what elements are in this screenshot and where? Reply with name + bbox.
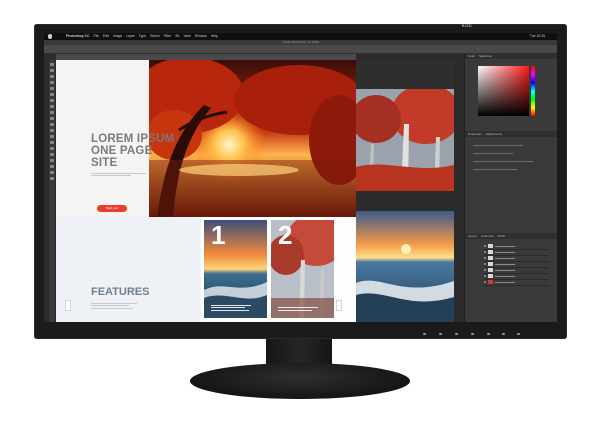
menu-file[interactable]: File [94, 33, 99, 40]
tab-properties[interactable]: Properties [468, 132, 482, 136]
card-number: 2 [278, 220, 293, 250]
menu-window[interactable]: Window [195, 33, 207, 40]
menu-clock: Tue 16:25 [529, 34, 545, 38]
carousel-prev-button[interactable] [65, 300, 71, 311]
beach-sunset-photo [356, 211, 454, 322]
menu-help[interactable]: Help [211, 33, 218, 40]
pen-tool-icon[interactable] [50, 147, 54, 150]
hue-slider[interactable] [531, 66, 535, 116]
gradient-tool-icon[interactable] [50, 129, 54, 132]
image-window-forest[interactable] [356, 89, 454, 191]
image-window-header [356, 60, 454, 89]
eye-icon[interactable] [484, 251, 486, 253]
monitor-button[interactable] [423, 333, 426, 335]
document-canvas[interactable]: LOREM IPSUM ONE PAGE SITE Start now FEAT… [56, 60, 356, 322]
eyedropper-tool-icon[interactable] [50, 93, 54, 96]
eye-icon[interactable] [484, 257, 486, 259]
hand-tool-icon[interactable] [50, 171, 54, 174]
menu-3d[interactable]: 3D [175, 33, 179, 40]
power-button[interactable] [517, 333, 520, 335]
menu-select[interactable]: Select [150, 33, 159, 40]
card-number: 1 [211, 220, 226, 250]
brush-tool-icon[interactable] [50, 105, 54, 108]
tools-panel [49, 60, 55, 322]
crop-tool-icon[interactable] [50, 87, 54, 90]
eye-icon[interactable] [484, 263, 486, 265]
image-window-beach[interactable] [356, 211, 454, 322]
properties-row [473, 169, 517, 170]
menu-edit[interactable]: Edit [103, 33, 109, 40]
menu-view[interactable]: View [183, 33, 190, 40]
type-tool-icon[interactable] [50, 153, 54, 156]
blur-tool-icon[interactable] [50, 135, 54, 138]
monitor-button[interactable] [471, 333, 474, 335]
monitor-button[interactable] [455, 333, 458, 335]
apple-icon[interactable] [48, 34, 52, 39]
start-button[interactable]: Start now [97, 205, 127, 212]
monitor-button[interactable] [502, 333, 505, 335]
eraser-tool-icon[interactable] [50, 123, 54, 126]
path-select-tool-icon[interactable] [50, 159, 54, 162]
healing-tool-icon[interactable] [50, 99, 54, 102]
properties-panel-tabs: Properties Adjustments [465, 131, 557, 137]
properties-row [473, 161, 533, 162]
features-heading: FEATURES [91, 286, 150, 298]
menu-layer[interactable]: Layer [126, 33, 134, 40]
properties-row [473, 145, 523, 146]
tab-channels[interactable]: Channels [481, 234, 494, 238]
shape-tool-icon[interactable] [50, 165, 54, 168]
lasso-tool-icon[interactable] [50, 75, 54, 78]
quick-select-tool-icon[interactable] [50, 81, 54, 84]
zoom-tool-icon[interactable] [50, 177, 54, 180]
menu-type[interactable]: Type [139, 33, 146, 40]
tab-color[interactable]: Color [468, 54, 475, 58]
color-panel-tabs: Color Swatches [465, 53, 557, 59]
hero-subtitle-placeholder [91, 173, 146, 177]
layers-panel-tabs: Layers Channels Paths [465, 233, 557, 239]
tab-layers[interactable]: Layers [468, 234, 477, 238]
monitor-button[interactable] [439, 333, 442, 335]
eye-icon[interactable] [484, 281, 486, 283]
hero-title-line: LOREM IPSUM [91, 133, 175, 145]
eye-icon[interactable] [484, 275, 486, 277]
properties-row [473, 153, 513, 154]
monitor-button[interactable] [487, 333, 490, 335]
card-text-placeholder [211, 304, 259, 312]
color-picker-field[interactable] [478, 66, 529, 116]
move-tool-icon[interactable] [50, 63, 54, 66]
history-brush-tool-icon[interactable] [50, 117, 54, 120]
menu-image[interactable]: Image [113, 33, 122, 40]
monitor-screen: Photoshop CC File Edit Image Layer Type … [44, 33, 557, 322]
menu-filter[interactable]: Filter [164, 33, 172, 40]
tab-adjustments[interactable]: Adjustments [486, 132, 503, 136]
feature-card[interactable]: 1 [204, 220, 267, 318]
monitor-stand-base [190, 363, 410, 399]
stamp-tool-icon[interactable] [50, 111, 54, 114]
carousel-next-button[interactable] [336, 300, 342, 311]
tab-paths[interactable]: Paths [497, 234, 505, 238]
layer-row[interactable] [484, 279, 549, 286]
hero-title: LOREM IPSUM ONE PAGE SITE [91, 133, 201, 169]
eye-icon[interactable] [484, 269, 486, 271]
brand-logo: EIZO [462, 24, 472, 28]
hero-title-line: ONE PAGE [91, 145, 153, 157]
dodge-tool-icon[interactable] [50, 141, 54, 144]
forest-path-photo [356, 89, 454, 191]
menu-bar: Photoshop CC File Edit Image Layer Type … [44, 33, 557, 40]
feature-card[interactable]: 2 [271, 220, 334, 318]
app-menu[interactable]: Photoshop CC [66, 33, 90, 40]
tab-swatches[interactable]: Swatches [479, 54, 492, 58]
eye-icon[interactable] [484, 245, 486, 247]
marquee-tool-icon[interactable] [50, 69, 54, 72]
window-divider [356, 191, 454, 211]
hero-title-line: SITE [91, 157, 118, 169]
features-text-placeholder [91, 303, 137, 310]
card-text-placeholder [278, 307, 326, 312]
